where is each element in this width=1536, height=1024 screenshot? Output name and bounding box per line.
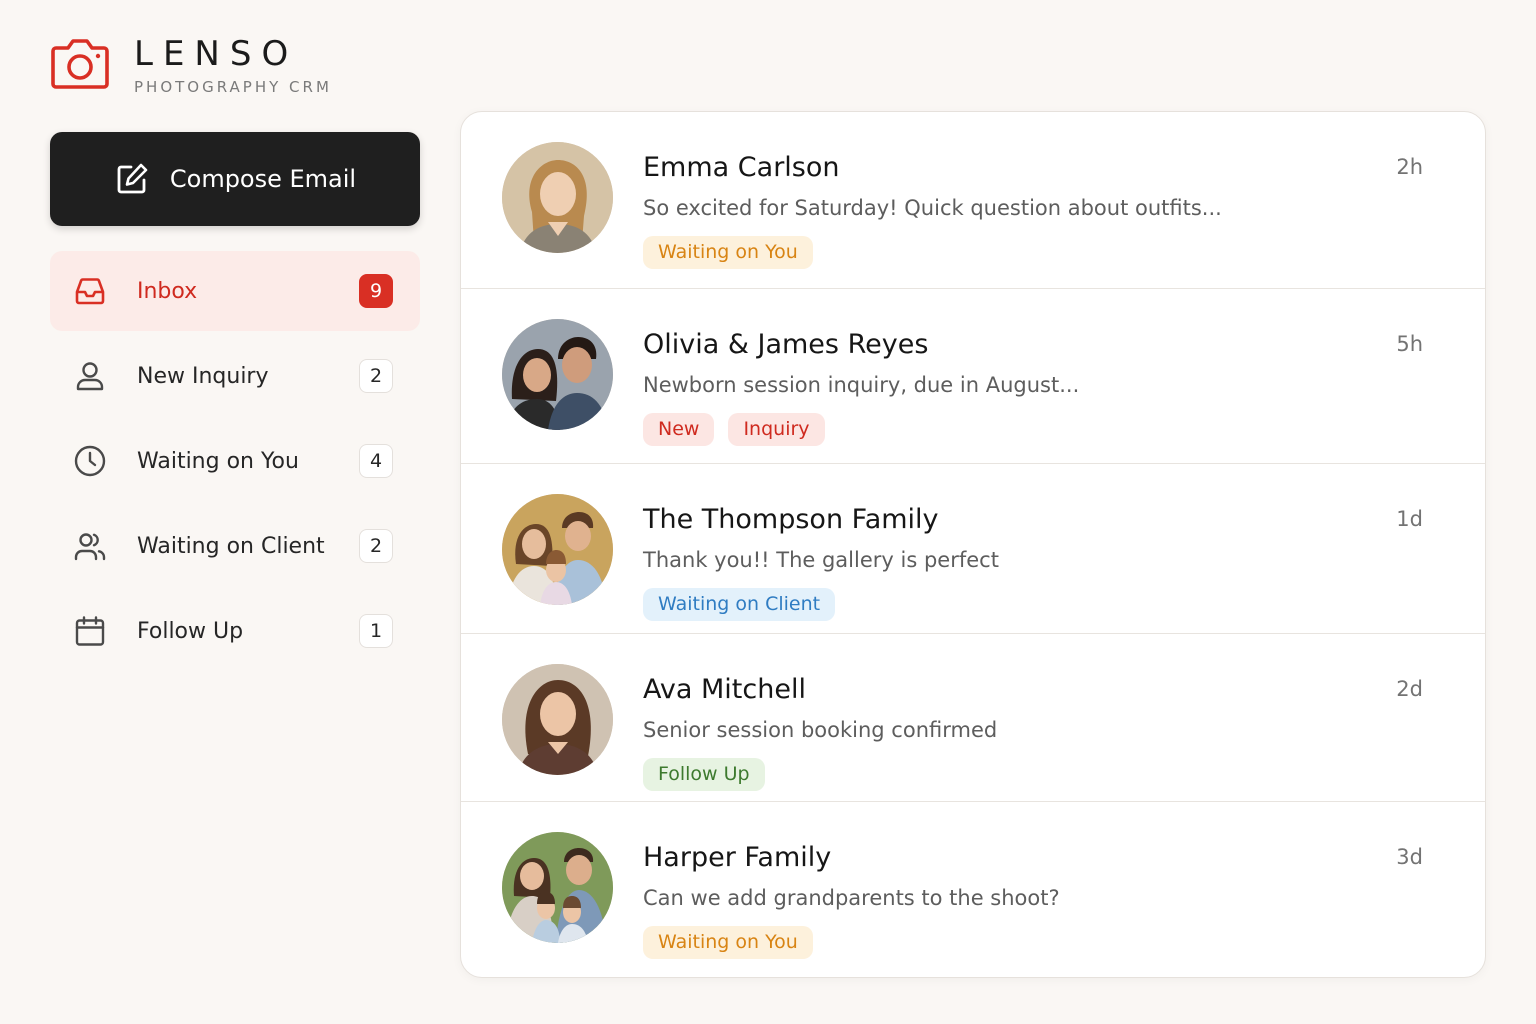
edit-square-icon — [117, 163, 148, 194]
avatar — [502, 319, 613, 430]
status-tag: Waiting on You — [643, 926, 813, 959]
sidebar-item-follow-up[interactable]: Follow Up 1 — [50, 591, 420, 671]
sidebar-item-inbox[interactable]: Inbox 9 — [50, 251, 420, 331]
count-badge: 9 — [359, 274, 393, 308]
status-tag: Inquiry — [728, 413, 825, 446]
tag-list: New Inquiry — [643, 413, 825, 446]
contact-name: Olivia & James Reyes — [643, 329, 929, 360]
sidebar-item-new-inquiry[interactable]: New Inquiry 2 — [50, 336, 420, 416]
sidebar-item-label: Follow Up — [137, 618, 244, 644]
message-row[interactable]: Olivia & James Reyes 5h Newborn session … — [461, 289, 1485, 464]
avatar — [502, 494, 613, 605]
timestamp: 1d — [1396, 507, 1423, 531]
users-icon — [74, 533, 106, 561]
timestamp: 2d — [1396, 677, 1423, 701]
calendar-icon — [75, 616, 105, 646]
compose-email-label: Compose Email — [169, 165, 357, 193]
contact-name: The Thompson Family — [643, 504, 939, 535]
tag-list: Follow Up — [643, 758, 765, 791]
avatar — [502, 832, 613, 943]
status-tag: Waiting on You — [643, 236, 813, 269]
count-badge: 1 — [359, 614, 393, 648]
sidebar-item-waiting-on-client[interactable]: Waiting on Client 2 — [50, 506, 420, 586]
message-snippet: So excited for Saturday! Quick question … — [643, 196, 1222, 220]
avatar — [502, 664, 613, 775]
inbox-tray-icon — [75, 278, 105, 305]
message-snippet: Senior session booking confirmed — [643, 718, 998, 742]
message-list: Emma Carlson 2h So excited for Saturday!… — [460, 111, 1486, 978]
timestamp: 3d — [1396, 845, 1423, 869]
timestamp: 2h — [1396, 155, 1423, 179]
app-window: LENSO PHOTOGRAPHY CRM Compose Email Inbo… — [0, 0, 1536, 1024]
message-row[interactable]: Harper Family 3d Can we add grandparents… — [461, 802, 1485, 977]
count-badge: 4 — [359, 444, 393, 478]
avatar-photo-icon — [502, 319, 613, 430]
clock-icon — [74, 445, 106, 477]
contact-name: Ava Mitchell — [643, 674, 806, 705]
message-snippet: Can we add grandparents to the shoot? — [643, 886, 1060, 910]
sidebar-item-label: Waiting on Client — [137, 533, 325, 559]
sidebar-item-label: Inbox — [137, 278, 198, 304]
message-snippet: Newborn session inquiry, due in August..… — [643, 373, 1080, 397]
timestamp: 5h — [1396, 332, 1423, 356]
message-row[interactable]: The Thompson Family 1d Thank you!! The g… — [461, 464, 1485, 634]
brand-name: LENSO — [134, 34, 299, 74]
sidebar-nav: Inbox 9 New Inquiry 2 Waiting on You 4 W… — [50, 251, 420, 671]
status-tag: Waiting on Client — [643, 588, 836, 621]
message-row[interactable]: Emma Carlson 2h So excited for Saturday!… — [461, 112, 1485, 289]
contact-name: Harper Family — [643, 842, 832, 873]
brand: LENSO PHOTOGRAPHY CRM — [50, 34, 332, 96]
tag-list: Waiting on Client — [643, 588, 836, 621]
count-badge: 2 — [359, 359, 393, 393]
avatar-photo-icon — [502, 832, 613, 943]
avatar-photo-icon — [502, 494, 613, 605]
sidebar-item-label: Waiting on You — [137, 448, 299, 474]
message-row[interactable]: Ava Mitchell 2d Senior session booking c… — [461, 634, 1485, 802]
message-snippet: Thank you!! The gallery is perfect — [643, 548, 999, 572]
brand-subtitle: PHOTOGRAPHY CRM — [134, 78, 332, 96]
avatar-photo-icon — [502, 142, 613, 253]
user-icon — [76, 362, 104, 391]
tag-list: Waiting on You — [643, 926, 813, 959]
avatar — [502, 142, 613, 253]
tag-list: Waiting on You — [643, 236, 813, 269]
count-badge: 2 — [359, 529, 393, 563]
status-tag: Follow Up — [643, 758, 765, 791]
status-tag: New — [643, 413, 715, 446]
sidebar-item-label: New Inquiry — [137, 363, 269, 389]
avatar-photo-icon — [502, 664, 613, 775]
camera-logo-icon — [51, 39, 109, 89]
compose-email-button[interactable]: Compose Email — [50, 132, 420, 226]
sidebar-item-waiting-on-you[interactable]: Waiting on You 4 — [50, 421, 420, 501]
contact-name: Emma Carlson — [643, 152, 840, 183]
